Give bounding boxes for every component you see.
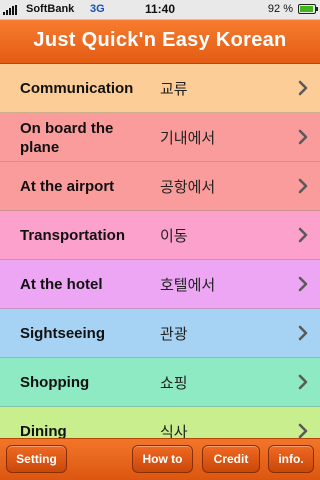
- category-row[interactable]: Sightseeing 관광: [0, 309, 320, 358]
- chevron-right-icon: [298, 374, 308, 390]
- category-korean-label: 이동: [160, 227, 188, 245]
- category-row[interactable]: At the airport 공항에서: [0, 162, 320, 211]
- chevron-right-icon: [298, 227, 308, 243]
- category-korean-label: 공항에서: [160, 178, 216, 196]
- category-row[interactable]: Communication 교류: [0, 64, 320, 113]
- battery-percent: 92 %: [267, 3, 293, 15]
- navigation-bar: Just Quick'n Easy Korean: [0, 20, 320, 64]
- category-english-label: Communication: [20, 80, 134, 97]
- chevron-right-icon: [298, 80, 308, 96]
- status-bar: SoftBank 3G 11:40 92 %: [0, 0, 320, 20]
- bottom-toolbar: Setting How to Credit info.: [0, 438, 320, 480]
- category-korean-label: 호텔에서: [160, 276, 216, 294]
- info-button[interactable]: info.: [268, 445, 314, 473]
- category-row[interactable]: At the hotel 호텔에서: [0, 260, 320, 309]
- category-row[interactable]: Dining 식사: [0, 407, 320, 438]
- setting-button[interactable]: Setting: [6, 445, 67, 473]
- chevron-right-icon: [298, 423, 308, 438]
- category-korean-label: 교류: [160, 80, 188, 98]
- how-to-button[interactable]: How to: [132, 445, 193, 473]
- category-english-label: Dining: [20, 423, 67, 438]
- chevron-right-icon: [298, 325, 308, 341]
- category-korean-label: 기내에서: [160, 129, 216, 147]
- category-english-label: Sightseeing: [20, 325, 106, 342]
- battery-icon: [298, 4, 318, 14]
- category-english-label: Transportation: [20, 227, 126, 244]
- page-title: Just Quick'n Easy Korean: [33, 29, 287, 51]
- chevron-right-icon: [298, 129, 308, 145]
- category-korean-label: 관광: [160, 325, 188, 343]
- category-english-label: Shopping: [20, 374, 90, 391]
- category-english-label: At the hotel: [20, 276, 103, 293]
- category-korean-label: 식사: [160, 423, 188, 438]
- credit-button[interactable]: Credit: [202, 445, 260, 473]
- category-english-label: On board the plane: [20, 119, 114, 156]
- category-row[interactable]: Shopping 쇼핑: [0, 358, 320, 407]
- chevron-right-icon: [298, 276, 308, 292]
- category-korean-label: 쇼핑: [160, 374, 188, 392]
- category-row[interactable]: On board the plane 기내에서: [0, 113, 320, 162]
- category-list[interactable]: Communication 교류 On board the plane 기내에서 At …: [0, 64, 320, 438]
- category-english-label: At the airport: [20, 178, 115, 195]
- chevron-right-icon: [298, 178, 308, 194]
- category-row[interactable]: Transportation 이동: [0, 211, 320, 260]
